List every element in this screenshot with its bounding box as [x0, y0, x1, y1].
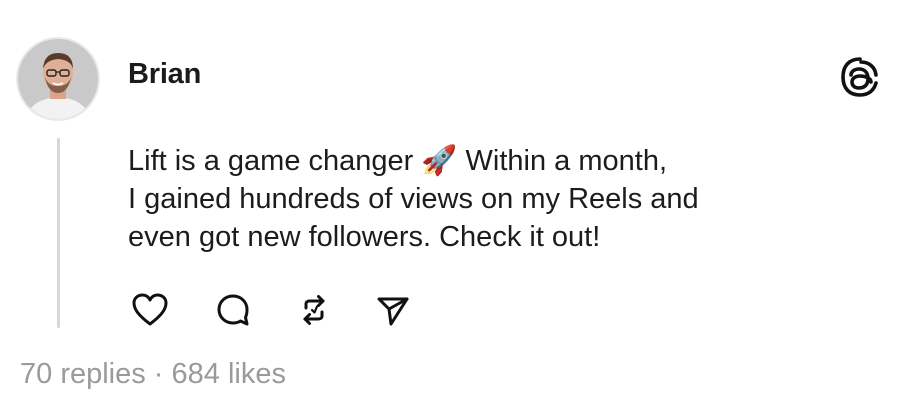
threads-logo-icon[interactable] — [838, 55, 882, 99]
author-name[interactable]: Brian — [128, 58, 201, 91]
post-text-line: Lift is a game changer 🚀 Within a month, — [128, 145, 668, 177]
comment-icon[interactable] — [211, 288, 255, 332]
thread-connector-line — [57, 138, 60, 328]
repost-icon[interactable] — [292, 288, 336, 332]
replies-count[interactable]: 70 replies — [20, 358, 146, 390]
post-stats: 70 replies · 684 likes — [20, 358, 286, 391]
post-text-line: even got new followers. Check it out! — [128, 221, 601, 253]
avatar[interactable] — [16, 37, 100, 121]
post-body: Lift is a game changer 🚀 Within a month,… — [128, 142, 848, 256]
likes-count[interactable]: 684 likes — [172, 358, 286, 390]
stats-separator: · — [145, 358, 172, 390]
post-text-line: I gained hundreds of views on my Reels a… — [128, 183, 699, 215]
heart-icon[interactable] — [128, 288, 172, 332]
threads-post-card: Brian Lift is a game changer 🚀 Within a … — [0, 0, 906, 410]
send-icon[interactable] — [371, 288, 415, 332]
